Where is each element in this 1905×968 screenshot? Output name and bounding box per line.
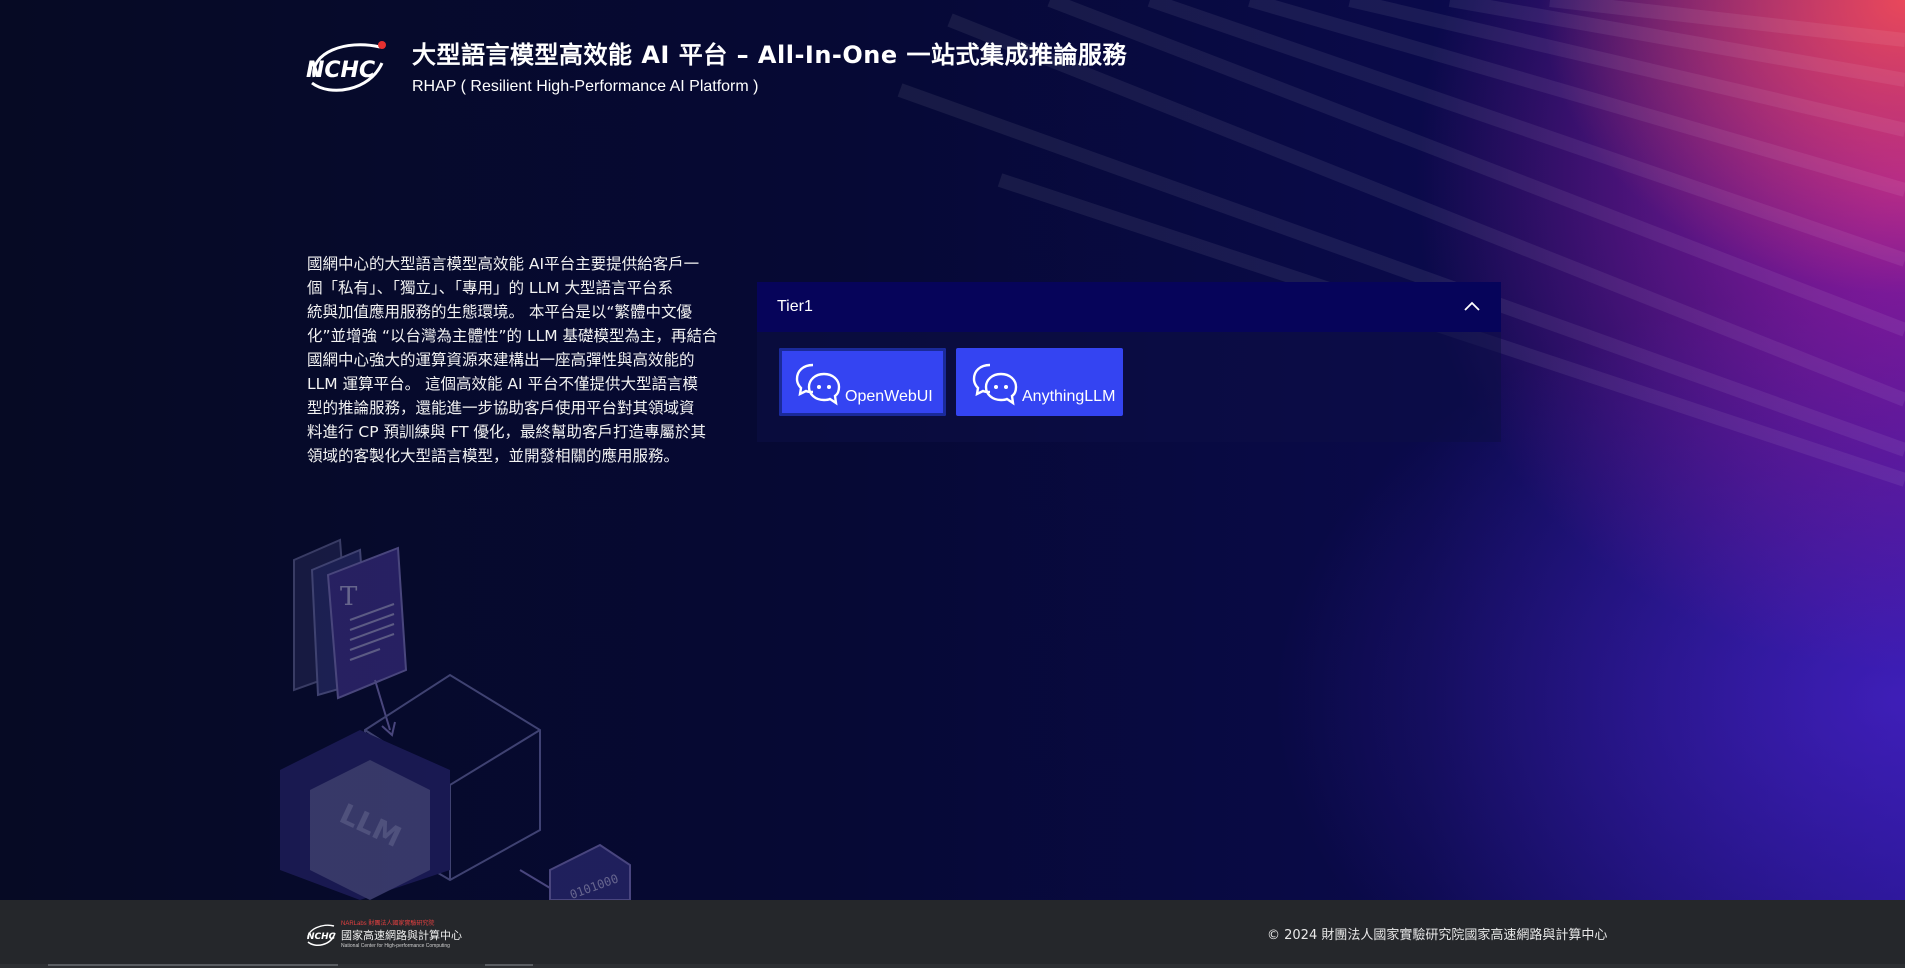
- nchc-logo[interactable]: NCHC: [300, 33, 390, 97]
- openwebui-button[interactable]: OpenWebUI: [779, 348, 946, 416]
- svg-text:NCHC: NCHC: [306, 58, 375, 83]
- horizontal-scrollbar[interactable]: [0, 964, 1905, 968]
- doc-letter: T: [340, 582, 358, 612]
- description-line: 統與加值應用服務的生態環境。 本平台是以“繁體中文優: [307, 303, 692, 321]
- app-label: OpenWebUI: [845, 388, 933, 405]
- footer-org-english: National Center for High-performance Com…: [341, 943, 450, 949]
- footer-org-parent: NARLabs 財團法人國家實驗研究院: [341, 921, 435, 927]
- platform-description: 國網中心的大型語言模型高效能 AI平台主要提供給客戶一 個「私有」、「獨立」、「…: [307, 252, 722, 468]
- page-header: NCHC 大型語言模型高效能 AI 平台 – All-In-One 一站式集成推…: [300, 30, 1127, 100]
- description-line: 料進行 CP 預訓練與 FT 優化，最終幫助客戶打造專屬於其: [307, 423, 706, 441]
- page-footer: NCHC NARLabs 財團法人國家實驗研究院 國家高速網路與計算中心 Nat…: [0, 900, 1905, 968]
- nchc-small-logo-icon: NCHC: [307, 924, 336, 946]
- llm-illustration: T LLM 0101000: [280, 538, 631, 900]
- copyright-text: © 2024 財團法人國家實驗研究院國家高速網路與計算中心: [1267, 928, 1608, 943]
- svg-text:NCHC: NCHC: [307, 932, 336, 942]
- footer-org-name: 國家高速網路與計算中心: [341, 929, 462, 942]
- page-title: 大型語言模型高效能 AI 平台 – All-In-One 一站式集成推論服務: [412, 40, 1128, 69]
- chat-bubbles-icon: [795, 363, 841, 406]
- app-label: AnythingLLM: [1022, 388, 1116, 405]
- description-line: 國網中心的大型語言模型高效能 AI平台主要提供給客戶一: [307, 255, 700, 273]
- tier1-accordion-header[interactable]: Tier1: [757, 282, 1501, 332]
- chevron-up-icon[interactable]: [1463, 298, 1481, 316]
- description-line: 領域的客製化大型語言模型，並開發相關的應用服務。: [307, 447, 680, 465]
- description-line: 型的推論服務，還能進一步協助客戶使用平台對其領域資: [307, 399, 695, 417]
- description-line: 化”並增強 “以台灣為主體性”的 LLM 基礎模型為主，再結合: [307, 327, 718, 345]
- chat-bubbles-icon: [972, 363, 1018, 406]
- footer-logo[interactable]: NCHC NARLabs 財團法人國家實驗研究院 國家高速網路與計算中心 Nat…: [305, 918, 462, 949]
- description-line: 國網中心強大的運算資源來建構出一座高彈性與高效能的: [307, 351, 695, 369]
- tier-label: Tier1: [777, 298, 813, 315]
- description-line: LLM 運算平台。 這個高效能 AI 平台不僅提供大型語言模: [307, 375, 699, 393]
- description-line: 個「私有」、「獨立」、「專用」的 LLM 大型語言平台系: [307, 279, 674, 297]
- tier1-panel: Tier1 OpenWebUI AnythingLLM: [757, 282, 1501, 442]
- anythingllm-button[interactable]: AnythingLLM: [956, 348, 1123, 416]
- page-subtitle: RHAP ( Resilient High-Performance AI Pla…: [412, 77, 759, 95]
